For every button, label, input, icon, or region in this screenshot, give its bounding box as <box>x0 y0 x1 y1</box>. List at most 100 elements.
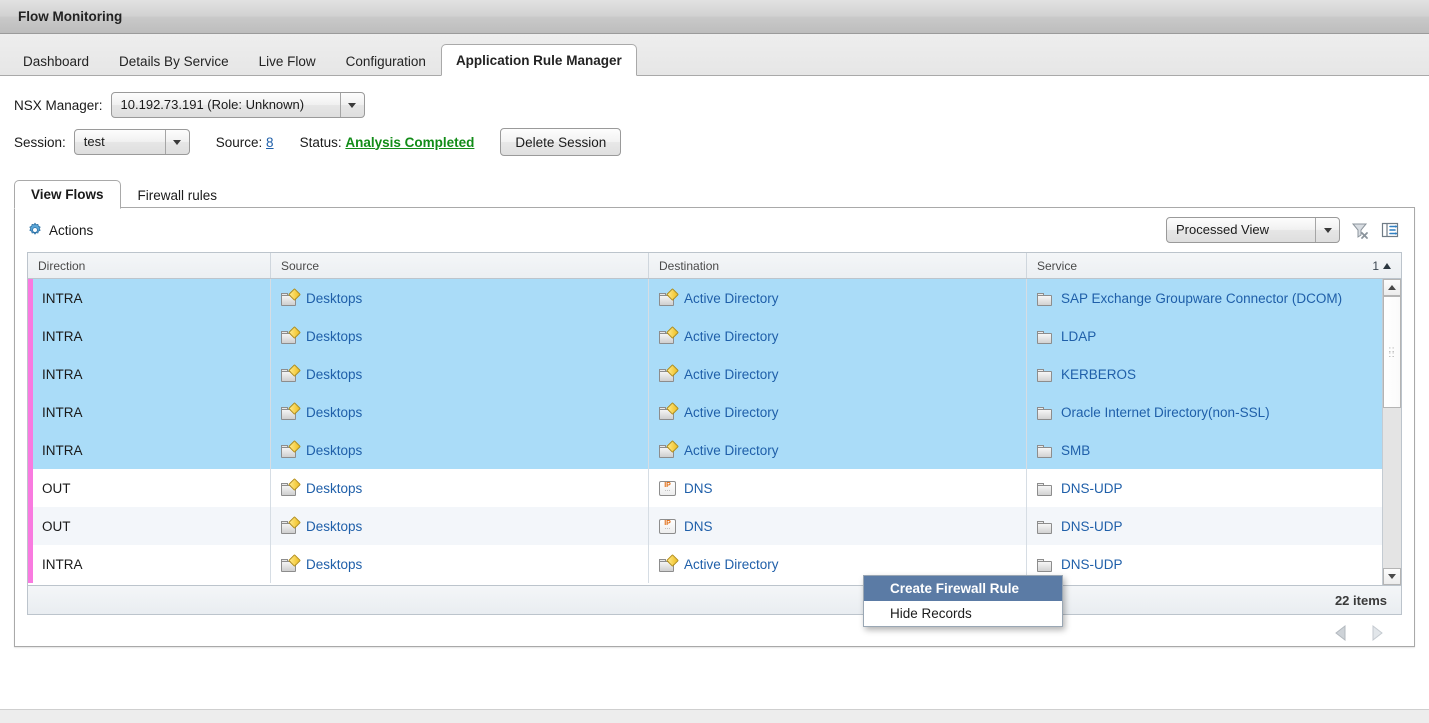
column-header-destination[interactable]: Destination <box>649 253 1027 278</box>
destination-value[interactable]: Active Directory <box>684 405 779 420</box>
item-count: 22 items <box>1335 593 1387 608</box>
cell-service: DNS-UDP <box>1027 545 1401 583</box>
tab-configuration[interactable]: Configuration <box>331 46 441 76</box>
clear-filter-icon[interactable] <box>1350 220 1370 240</box>
cell-source: Desktops <box>271 279 649 317</box>
cell-direction: INTRA <box>28 317 271 355</box>
column-header-source[interactable]: Source <box>271 253 649 278</box>
service-value[interactable]: LDAP <box>1061 329 1096 344</box>
column-header-direction[interactable]: Direction <box>28 253 271 278</box>
delete-session-button[interactable]: Delete Session <box>500 128 621 156</box>
table-row[interactable]: INTRA Desktops Active Directory DNS-UDP <box>28 545 1401 583</box>
service-value[interactable]: DNS-UDP <box>1061 557 1123 572</box>
cell-direction: OUT <box>28 507 271 545</box>
tab-application-rule-manager[interactable]: Application Rule Manager <box>441 44 637 76</box>
flows-table: Direction Source Destination Service 1 I… <box>27 252 1402 585</box>
table-row[interactable]: OUT Desktops IP···DNS DNS-UDP <box>28 507 1401 545</box>
bottom-strip <box>0 709 1429 723</box>
destination-value[interactable]: DNS <box>684 519 713 534</box>
nsx-manager-select[interactable]: 10.192.73.191 (Role: Unknown) <box>111 92 365 118</box>
security-group-icon <box>659 557 676 572</box>
service-value[interactable]: SMB <box>1061 443 1090 458</box>
subtab-view-flows[interactable]: View Flows <box>14 180 121 209</box>
tab-dashboard[interactable]: Dashboard <box>8 46 104 76</box>
destination-value[interactable]: Active Directory <box>684 329 779 344</box>
cell-direction: INTRA <box>28 279 271 317</box>
source-count-link[interactable]: 8 <box>266 135 274 150</box>
cell-source: Desktops <box>271 469 649 507</box>
source-value[interactable]: Desktops <box>306 367 362 382</box>
source-value[interactable]: Desktops <box>306 405 362 420</box>
nsx-manager-row: NSX Manager: 10.192.73.191 (Role: Unknow… <box>0 76 1429 120</box>
pagination-controls <box>27 615 1402 653</box>
source-value[interactable]: Desktops <box>306 443 362 458</box>
context-menu-item-create-firewall-rule[interactable]: Create Firewall Rule <box>864 576 1062 601</box>
service-value[interactable]: KERBEROS <box>1061 367 1136 382</box>
column-settings-icon[interactable] <box>1380 220 1400 240</box>
context-menu: Create Firewall Rule Hide Records <box>863 575 1063 627</box>
sort-indicator[interactable]: 1 <box>1372 259 1391 273</box>
cell-direction: INTRA <box>28 545 271 583</box>
actions-button[interactable]: Actions <box>27 222 93 238</box>
view-mode-select[interactable]: Processed View <box>1166 217 1340 243</box>
grid-toolbar: Actions Processed View <box>15 208 1414 252</box>
destination-value[interactable]: Active Directory <box>684 557 779 572</box>
direction-value: INTRA <box>42 329 83 344</box>
tab-details-by-service[interactable]: Details By Service <box>104 46 244 76</box>
main-tab-bar: Dashboard Details By Service Live Flow C… <box>0 34 1429 76</box>
table-row[interactable]: INTRADesktopsActive DirectoryKERBEROS <box>28 355 1401 393</box>
session-value: test <box>75 130 165 154</box>
service-icon <box>1037 405 1053 420</box>
table-row[interactable]: INTRADesktopsActive DirectoryOracle Inte… <box>28 393 1401 431</box>
flows-panel: Actions Processed View <box>14 207 1415 647</box>
status-badge[interactable]: Analysis Completed <box>345 135 474 150</box>
service-value[interactable]: DNS-UDP <box>1061 519 1123 534</box>
previous-page-button[interactable] <box>1330 622 1352 647</box>
destination-value[interactable]: Active Directory <box>684 291 779 306</box>
session-select[interactable]: test <box>74 129 190 155</box>
scroll-track[interactable]: :::: <box>1383 296 1401 568</box>
cell-source: Desktops <box>271 545 649 583</box>
destination-value[interactable]: Active Directory <box>684 443 779 458</box>
destination-value[interactable]: Active Directory <box>684 367 779 382</box>
direction-value: OUT <box>42 481 71 496</box>
service-value[interactable]: SAP Exchange Groupware Connector (DCOM) <box>1061 291 1342 306</box>
source-value[interactable]: Desktops <box>306 291 362 306</box>
source-value[interactable]: Desktops <box>306 557 362 572</box>
chevron-down-icon[interactable] <box>340 93 364 117</box>
cell-destination: IP···DNS <box>649 507 1027 545</box>
scroll-down-button[interactable] <box>1383 568 1401 585</box>
cell-service: LDAP <box>1027 317 1401 355</box>
service-icon <box>1037 291 1053 306</box>
column-header-service[interactable]: Service 1 <box>1027 253 1401 278</box>
grip-dots-icon: :::: <box>1389 347 1395 357</box>
cell-direction: INTRA <box>28 431 271 469</box>
context-menu-item-hide-records[interactable]: Hide Records <box>864 601 1062 626</box>
cell-service: DNS-UDP <box>1027 469 1401 507</box>
source-value[interactable]: Desktops <box>306 481 362 496</box>
tab-live-flow[interactable]: Live Flow <box>244 46 331 76</box>
table-row[interactable]: INTRA Desktops Active Directory LDAP <box>28 317 1401 355</box>
subtab-firewall-rules[interactable]: Firewall rules <box>121 182 235 209</box>
scroll-up-button[interactable] <box>1383 279 1401 296</box>
source-value[interactable]: Desktops <box>306 519 362 534</box>
cell-source: Desktops <box>271 317 649 355</box>
security-group-icon <box>659 367 676 382</box>
service-value[interactable]: DNS-UDP <box>1061 481 1123 496</box>
service-value[interactable]: Oracle Internet Directory(non-SSL) <box>1061 405 1270 420</box>
chevron-down-icon[interactable] <box>1315 218 1339 242</box>
table-vertical-scrollbar[interactable]: :::: <box>1382 279 1401 585</box>
destination-value[interactable]: DNS <box>684 481 713 496</box>
chevron-down-icon[interactable] <box>165 130 189 154</box>
scroll-thumb[interactable]: :::: <box>1383 296 1401 408</box>
session-row: Session: test Source: 8 Status: Analysis… <box>0 120 1429 164</box>
next-page-button[interactable] <box>1366 622 1388 647</box>
source-value[interactable]: Desktops <box>306 329 362 344</box>
table-row[interactable]: OUTDesktopsIP···DNSDNS-UDP <box>28 469 1401 507</box>
table-row[interactable]: INTRA Desktops Active Directory SAP Exchang… <box>28 279 1401 317</box>
table-row[interactable]: INTRA Desktops Active Directory SMB <box>28 431 1401 469</box>
service-icon <box>1037 557 1053 572</box>
table-footer: 22 items <box>27 585 1402 615</box>
cell-destination: Active Directory <box>649 355 1027 393</box>
service-icon <box>1037 329 1053 344</box>
